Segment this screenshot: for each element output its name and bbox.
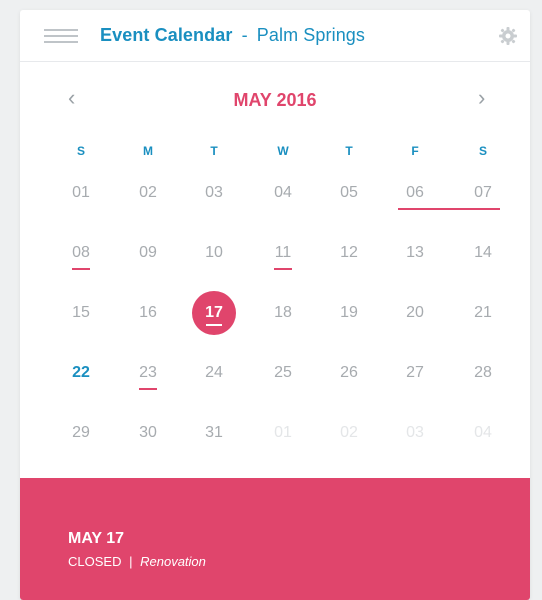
weekday-label: T — [345, 144, 353, 158]
calendar-card: Event Calendar - Palm Springs ‹ MAY 2016… — [20, 10, 530, 600]
calendar-day[interactable]: 12 — [326, 230, 372, 276]
event-description: CLOSED | Renovation — [68, 554, 206, 569]
calendar-day[interactable]: 29 — [58, 410, 104, 456]
multi-day-event-marker — [398, 208, 500, 210]
event-detail-panel: MAY 17 CLOSED | Renovation — [20, 478, 530, 600]
weekday-label: M — [143, 144, 153, 158]
app-name: Event Calendar — [100, 25, 233, 45]
calendar-day[interactable]: 13 — [392, 230, 438, 276]
calendar-day[interactable]: 03 — [392, 410, 438, 456]
calendar-day[interactable]: 19 — [326, 290, 372, 336]
calendar-day[interactable]: 08 — [58, 230, 104, 276]
calendar-day[interactable]: 04 — [260, 170, 306, 216]
event-marker — [274, 268, 292, 270]
calendar-day[interactable]: 30 — [125, 410, 171, 456]
calendar-day[interactable]: 25 — [260, 350, 306, 396]
weekday-label: W — [277, 144, 289, 158]
weekday-label: S — [76, 144, 85, 158]
calendar-day[interactable]: 27 — [392, 350, 438, 396]
weekday-label: S — [478, 144, 487, 158]
event-date: MAY 17 — [68, 530, 125, 547]
calendar-day[interactable]: 11 — [260, 230, 306, 276]
calendar-day[interactable]: 26 — [326, 350, 372, 396]
page-title: Event Calendar - Palm Springs — [100, 25, 365, 46]
calendar-day[interactable]: 01 — [58, 170, 104, 216]
calendar-day[interactable]: 05 — [326, 170, 372, 216]
calendar-day[interactable]: 23 — [125, 350, 171, 396]
app-header: Event Calendar - Palm Springs — [20, 10, 530, 62]
calendar-day[interactable]: 20 — [392, 290, 438, 336]
calendar-day[interactable]: 28 — [460, 350, 506, 396]
calendar-day[interactable]: 22 — [58, 350, 104, 396]
calendar-day[interactable]: 02 — [125, 170, 171, 216]
calendar-day[interactable]: 09 — [125, 230, 171, 276]
calendar-day[interactable]: 24 — [191, 350, 237, 396]
calendar-day[interactable]: 18 — [260, 290, 306, 336]
event-status: CLOSED — [68, 554, 122, 569]
calendar-day[interactable]: 03 — [191, 170, 237, 216]
calendar-day[interactable]: 17 — [191, 290, 237, 336]
calendar-day[interactable]: 02 — [326, 410, 372, 456]
event-separator: | — [129, 554, 133, 569]
calendar-day[interactable]: 16 — [125, 290, 171, 336]
calendar-day[interactable]: 10 — [191, 230, 237, 276]
location-name: Palm Springs — [256, 25, 366, 45]
weekday-label: F — [411, 144, 419, 158]
chevron-right-icon[interactable]: › — [478, 87, 485, 109]
gear-icon[interactable] — [498, 26, 518, 46]
menu-bar — [44, 41, 78, 43]
event-marker — [139, 388, 157, 390]
calendar-day[interactable]: 04 — [460, 410, 506, 456]
event-note: Renovation — [140, 554, 206, 569]
menu-bar — [44, 29, 78, 31]
month-navigation: ‹ MAY 2016 › — [20, 62, 530, 134]
event-marker — [72, 268, 90, 270]
menu-bar — [44, 35, 78, 37]
calendar-day[interactable]: 14 — [460, 230, 506, 276]
month-title: MAY 2016 — [233, 90, 317, 110]
event-marker — [206, 324, 222, 326]
weekday-header: SMTWTFS — [20, 144, 530, 164]
weekday-label: T — [210, 144, 218, 158]
calendar-day[interactable]: 31 — [191, 410, 237, 456]
calendar-day[interactable]: 15 — [58, 290, 104, 336]
calendar-grid: 01 02 03 04 05 06 07 08 09 10 11 12 13 14 15 16 17 18 19 20… — [20, 170, 530, 470]
calendar-day[interactable]: 01 — [260, 410, 306, 456]
calendar-day[interactable]: 21 — [460, 290, 506, 336]
hamburger-icon[interactable] — [44, 27, 78, 45]
title-separator: - — [241, 25, 248, 45]
